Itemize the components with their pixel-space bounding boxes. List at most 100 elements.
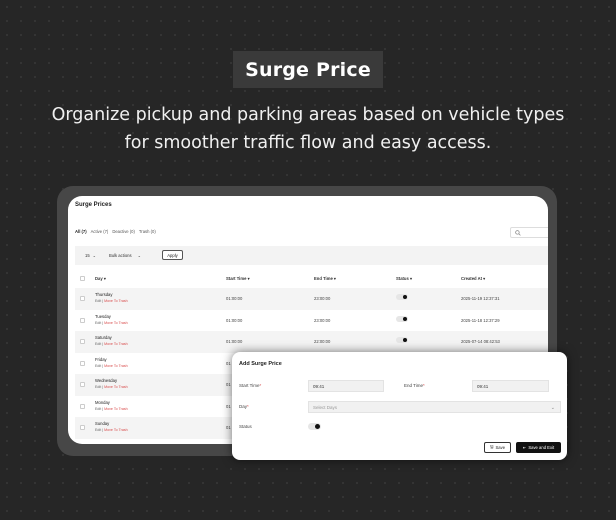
table-row: Saturday Edit | Move To Trash 01:00:00 2…: [75, 331, 548, 353]
table-row: Tuesday Edit | Move To Trash 01:00:00 23…: [75, 310, 548, 332]
save-icon: 🖫: [489, 444, 494, 449]
status-toggle[interactable]: [308, 423, 321, 430]
row-actions: Edit | Move To Trash: [95, 321, 128, 325]
row-day: Friday: [95, 356, 107, 362]
save-button-label: Save: [495, 445, 506, 450]
column-end-time[interactable]: End Time ▾: [314, 276, 336, 281]
status-toggle[interactable]: [396, 337, 408, 343]
toggle-knob: [403, 338, 407, 342]
chevron-down-icon: ⌄: [137, 252, 142, 258]
row-checkbox[interactable]: [80, 296, 85, 301]
hero-title: Surge Price: [245, 58, 371, 81]
row-actions: Edit | Move To Trash: [95, 299, 128, 303]
row-checkbox[interactable]: [80, 360, 85, 366]
row-checkbox[interactable]: [80, 382, 85, 387]
end-time-input[interactable]: 09:41: [472, 380, 549, 392]
toggle-knob: [403, 295, 407, 299]
row-start-time: 01: [226, 360, 231, 366]
move-to-trash-link[interactable]: Move To Trash: [104, 428, 128, 432]
chevron-down-icon: ⌄: [92, 252, 97, 258]
column-created-at[interactable]: Created At ▾: [461, 276, 485, 281]
page-title: Surge Prices: [75, 202, 112, 208]
end-time-label-text: End Time: [404, 383, 424, 388]
save-and-exit-button[interactable]: ⇤ Save and Exit: [516, 442, 561, 453]
search-input[interactable]: [510, 227, 548, 238]
status-label: Status: [239, 424, 252, 429]
day-label: Day*: [239, 404, 249, 409]
row-created-at: 2025-11-19 12:37:31: [461, 296, 500, 301]
per-page-value: 15: [85, 252, 90, 258]
start-time-label: Start Time*: [239, 383, 261, 388]
row-day: Thursday: [95, 292, 113, 297]
move-to-trash-link[interactable]: Move To Trash: [104, 364, 128, 368]
save-button[interactable]: 🖫 Save: [484, 442, 511, 453]
status-toggle[interactable]: [396, 315, 408, 322]
exit-arrow-icon: ⇤: [522, 445, 527, 450]
per-page-select[interactable]: 15 ⌄: [85, 250, 96, 260]
row-created-at: 2025-11-18 12:37:29: [461, 317, 500, 323]
row-day: Wednesday: [95, 378, 118, 383]
table-row: Thursday Edit | Move To Trash 01:00:00 2…: [75, 288, 548, 310]
status-filters: All (7) Active (7) Deactive (0) Trash (0…: [75, 229, 156, 234]
start-time-label-text: Start Time: [239, 383, 260, 388]
bulk-actions-select[interactable]: Bulk actions ⌄: [109, 250, 141, 260]
row-start-time: 01: [226, 382, 231, 387]
status-toggle[interactable]: [396, 294, 408, 300]
row-actions: Edit | Move To Trash: [95, 342, 128, 346]
row-start-time: 01:00:00: [226, 339, 243, 344]
start-time-input[interactable]: 09:41: [308, 380, 384, 392]
day-select[interactable]: Select Days ⌄: [308, 401, 561, 413]
bulk-actions-label: Bulk actions: [109, 252, 132, 258]
hero-subtitle: Organize pickup and parking areas based …: [20, 101, 596, 157]
filter-trash[interactable]: Trash (0): [139, 229, 156, 234]
row-checkbox[interactable]: [80, 425, 85, 430]
row-start-time: 01: [226, 403, 231, 409]
row-day: Monday: [95, 399, 110, 405]
row-day: Sunday: [95, 421, 110, 426]
required-mark: *: [247, 404, 249, 409]
add-surge-price-modal: Add Surge Price Start Time* 09:41 End Ti…: [232, 352, 567, 460]
toggle-knob: [315, 424, 320, 429]
row-checkbox[interactable]: [80, 339, 85, 344]
select-all-checkbox[interactable]: [80, 276, 85, 281]
move-to-trash-link[interactable]: Move To Trash: [104, 321, 128, 325]
row-end-time: 23:00:00: [314, 317, 331, 323]
hero-subtitle-line-1: Organize pickup and parking areas based …: [51, 105, 565, 125]
row-day: Saturday: [95, 335, 112, 340]
column-status[interactable]: Status ▾: [396, 276, 412, 281]
filter-active[interactable]: Active (7): [91, 229, 109, 234]
row-end-time: 23:00:00: [314, 296, 331, 301]
filter-deactive[interactable]: Deactive (0): [112, 229, 135, 234]
search-icon: [515, 229, 521, 236]
column-day[interactable]: Day ▾: [95, 276, 106, 281]
move-to-trash-link[interactable]: Move To Trash: [104, 407, 128, 411]
row-checkbox[interactable]: [80, 403, 85, 409]
day-select-placeholder: Select Days: [313, 404, 338, 410]
table-header: Day ▾ Start Time ▾ End Time ▾ Status ▾ C…: [75, 272, 548, 286]
required-mark: *: [259, 383, 262, 388]
save-and-exit-label: Save and Exit: [528, 445, 555, 450]
row-day: Tuesday: [95, 313, 111, 319]
move-to-trash-link[interactable]: Move To Trash: [104, 385, 128, 389]
row-actions: Edit | Move To Trash: [95, 407, 128, 411]
table-toolbar: 15 ⌄ Bulk actions ⌄ Apply: [75, 246, 548, 265]
required-mark: *: [423, 383, 425, 388]
chevron-down-icon: ⌄: [550, 405, 555, 411]
toggle-knob: [403, 316, 407, 321]
apply-button[interactable]: Apply: [162, 250, 183, 260]
hero-subtitle-line-2: for smoother traffic flow and easy acces…: [124, 133, 492, 153]
row-created-at: 2025-07-14 08:42:53: [461, 339, 500, 344]
end-time-label: End Time*: [404, 383, 425, 388]
row-actions: Edit | Move To Trash: [95, 364, 128, 368]
move-to-trash-link[interactable]: Move To Trash: [104, 342, 128, 346]
hero-title-badge: Surge Price: [233, 51, 383, 88]
column-start-time[interactable]: Start Time ▾: [226, 276, 250, 281]
row-end-time: 22:00:00: [314, 339, 331, 344]
day-label-text: Day: [239, 404, 248, 409]
move-to-trash-link[interactable]: Move To Trash: [104, 299, 128, 303]
row-start-time: 01:00:00: [226, 296, 243, 301]
row-actions: Edit | Move To Trash: [95, 428, 128, 432]
modal-title: Add Surge Price: [239, 361, 282, 367]
filter-all[interactable]: All (7): [75, 229, 87, 234]
row-checkbox[interactable]: [80, 317, 85, 323]
